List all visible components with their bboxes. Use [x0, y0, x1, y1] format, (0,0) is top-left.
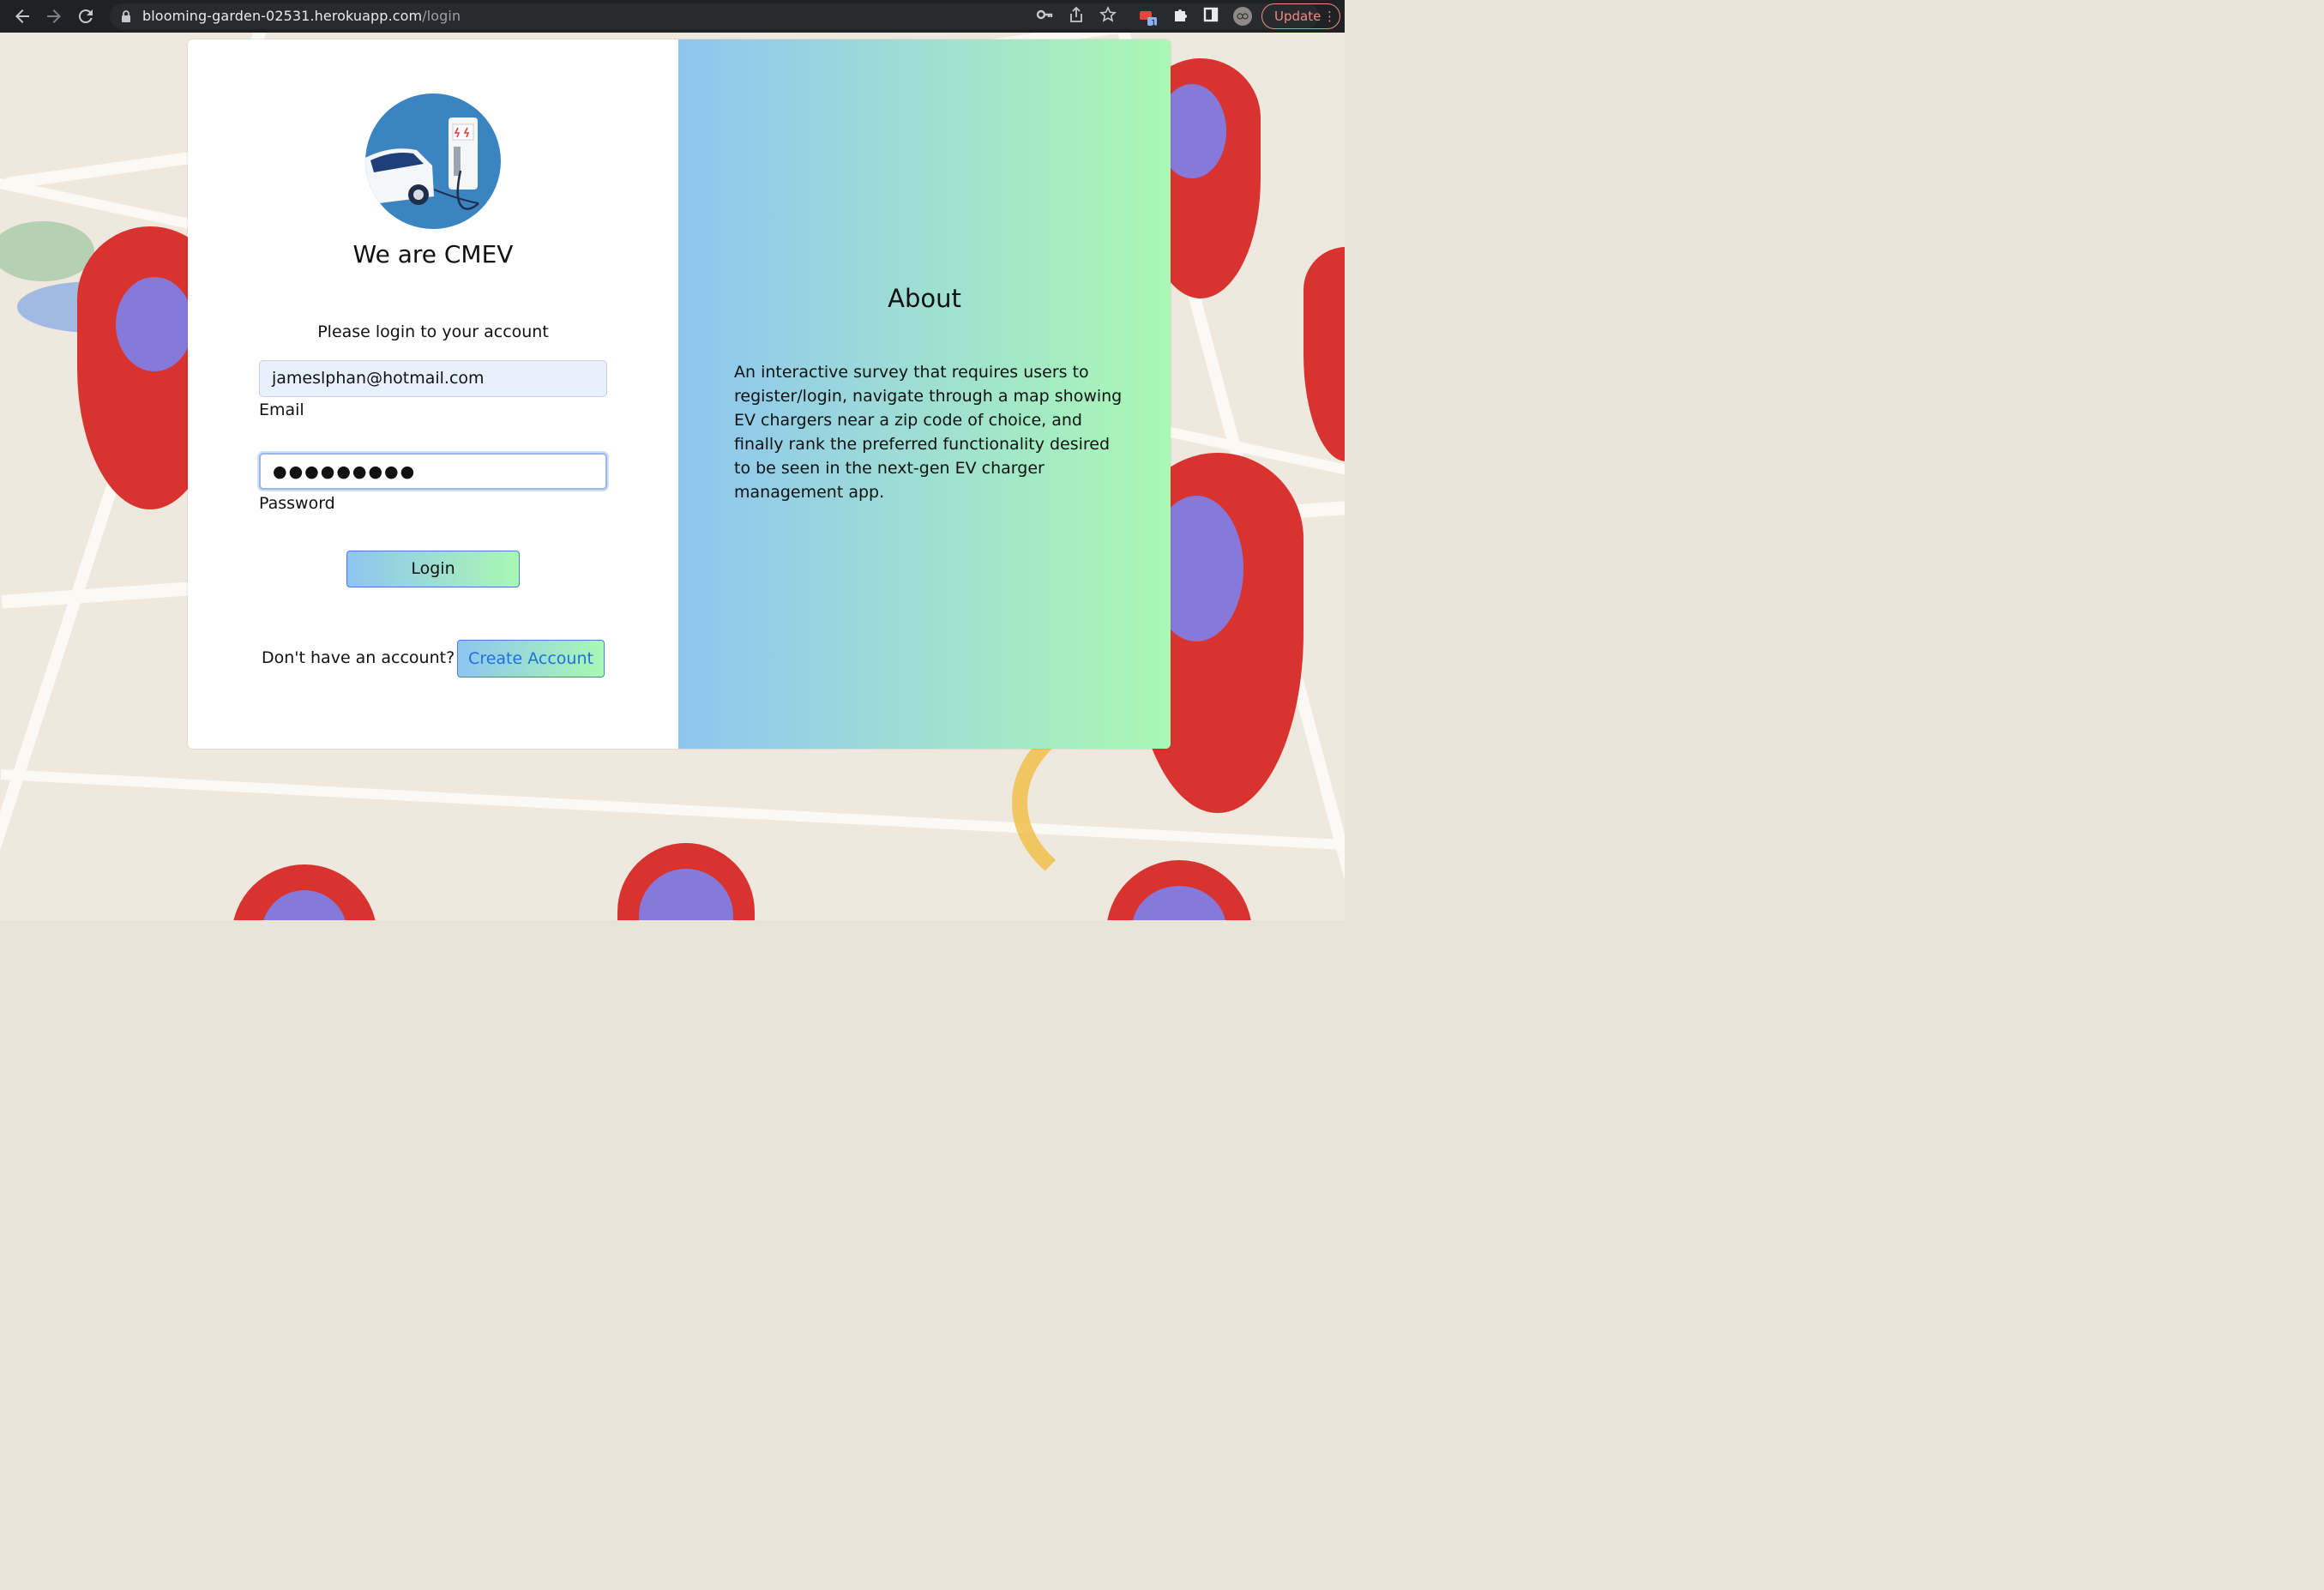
password-input[interactable]: ●●●●●●●●●	[259, 453, 607, 490]
brand-title: We are CMEV	[352, 240, 514, 268]
no-account-text: Don't have an account?	[262, 648, 455, 667]
login-button[interactable]: Login	[346, 551, 520, 587]
reload-icon[interactable]	[75, 6, 96, 27]
extension-badge: 1	[1151, 19, 1157, 28]
about-description: An interactive survey that requires user…	[734, 363, 1123, 502]
update-label: Update	[1274, 9, 1322, 24]
side-panel-icon[interactable]	[1201, 6, 1221, 27]
login-prompt: Please login to your account	[317, 322, 549, 341]
key-icon[interactable]	[1034, 6, 1055, 27]
lock-icon[interactable]	[120, 9, 132, 23]
puzzle-icon[interactable]	[1170, 6, 1190, 27]
update-button[interactable]: Update ⋮	[1261, 3, 1340, 29]
forward-arrow-icon[interactable]	[44, 6, 64, 27]
url-host: blooming-garden-02531.herokuapp.com	[142, 8, 423, 24]
back-arrow-icon[interactable]	[12, 6, 33, 27]
browser-toolbar: blooming-garden-02531.herokuapp.com/logi…	[0, 0, 1345, 33]
email-label: Email	[259, 401, 304, 419]
share-icon[interactable]	[1066, 6, 1087, 27]
password-label: Password	[259, 494, 335, 513]
login-panel: We are CMEV Please login to your account…	[188, 39, 678, 749]
create-account-button[interactable]: Create Account	[457, 640, 605, 678]
more-menu-icon[interactable]: ⋮	[1323, 4, 1336, 28]
charger-plug-icon	[116, 277, 193, 371]
ev-charger-logo	[365, 93, 501, 229]
map-pin	[1303, 247, 1345, 461]
map-park	[0, 221, 94, 281]
login-card: We are CMEV Please login to your account…	[188, 39, 1171, 749]
url-path: /login	[422, 8, 461, 24]
profile-avatar-icon[interactable]	[1232, 6, 1253, 27]
bookmark-star-icon[interactable]	[1098, 6, 1118, 27]
email-input[interactable]: jameslphan@hotmail.com	[259, 360, 607, 397]
about-title: About	[888, 284, 961, 313]
about-panel: About An interactive survey that require…	[678, 39, 1171, 749]
url-text[interactable]: blooming-garden-02531.herokuapp.com/logi…	[142, 8, 461, 24]
